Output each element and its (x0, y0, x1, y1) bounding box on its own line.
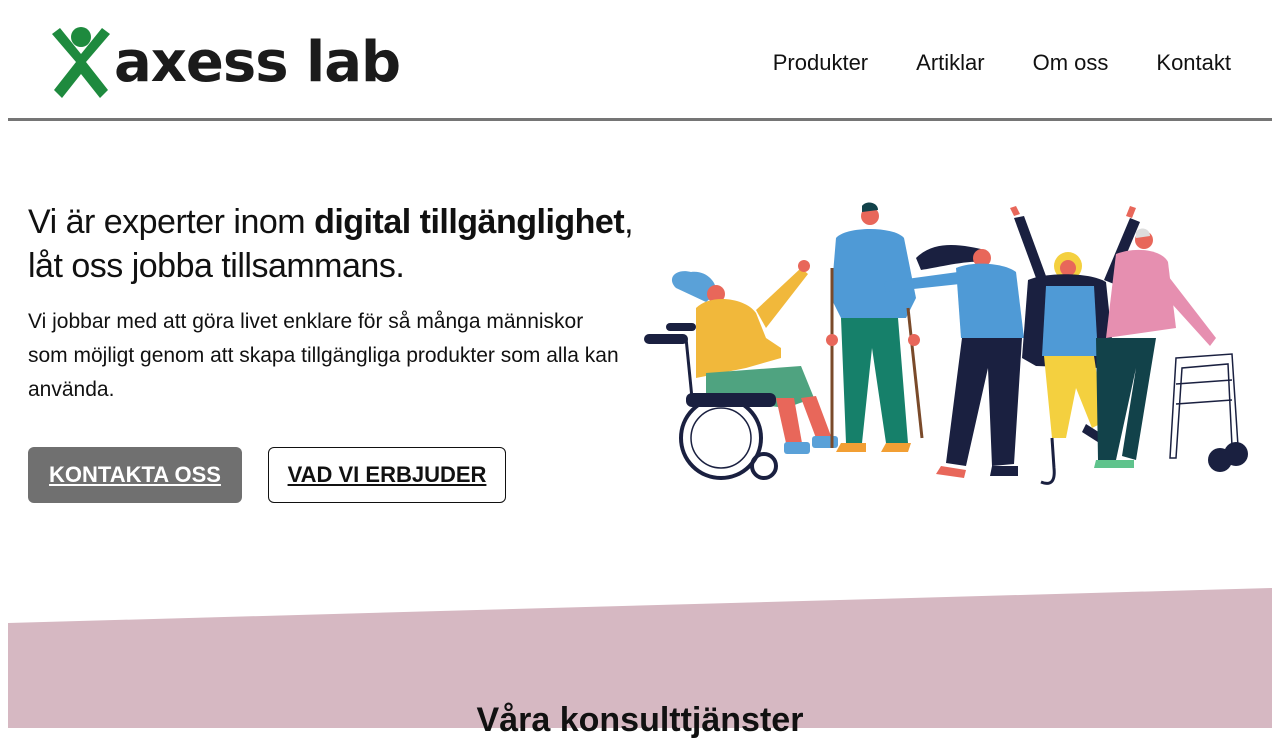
services-heading: Våra konsulttjänster (476, 701, 804, 739)
hero-title-part1: Vi är experter inom (28, 203, 315, 241)
logo-text: axess lab (114, 30, 401, 95)
what-we-offer-button[interactable]: VAD VI ERBJUDER (268, 447, 506, 503)
hero-description: Vi jobbar med att göra livet enklare för… (28, 310, 619, 401)
elderly-person-walker-figure (1094, 228, 1248, 472)
hero-title-part2: , (624, 203, 634, 241)
nav-produkter[interactable]: Produkter (773, 49, 868, 77)
diverse-people-illustration (644, 202, 1248, 485)
hero-title-line2: låt oss jobba tillsammans. (28, 247, 405, 285)
hero-title-bold: digital tillgänglighet (314, 203, 625, 241)
contact-us-button[interactable]: KONTAKTA OSS (28, 447, 242, 503)
logo-link[interactable]: axess lab (48, 26, 401, 100)
main-nav: Produkter Artiklar Om oss Kontakt (773, 49, 1231, 77)
site-header: axess lab Produkter Artiklar Om oss Kont… (8, 0, 1272, 121)
hero-title: Vi är experter inom digital tillgängligh… (28, 200, 648, 288)
person-x-logo-icon (52, 27, 110, 98)
nav-artiklar[interactable]: Artiklar (916, 49, 984, 77)
person-with-crutches-figure (826, 202, 924, 452)
nav-om-oss[interactable]: Om oss (1033, 49, 1109, 77)
wheelchair-user-figure (644, 260, 838, 480)
nav-kontakt[interactable]: Kontakt (1156, 49, 1231, 77)
